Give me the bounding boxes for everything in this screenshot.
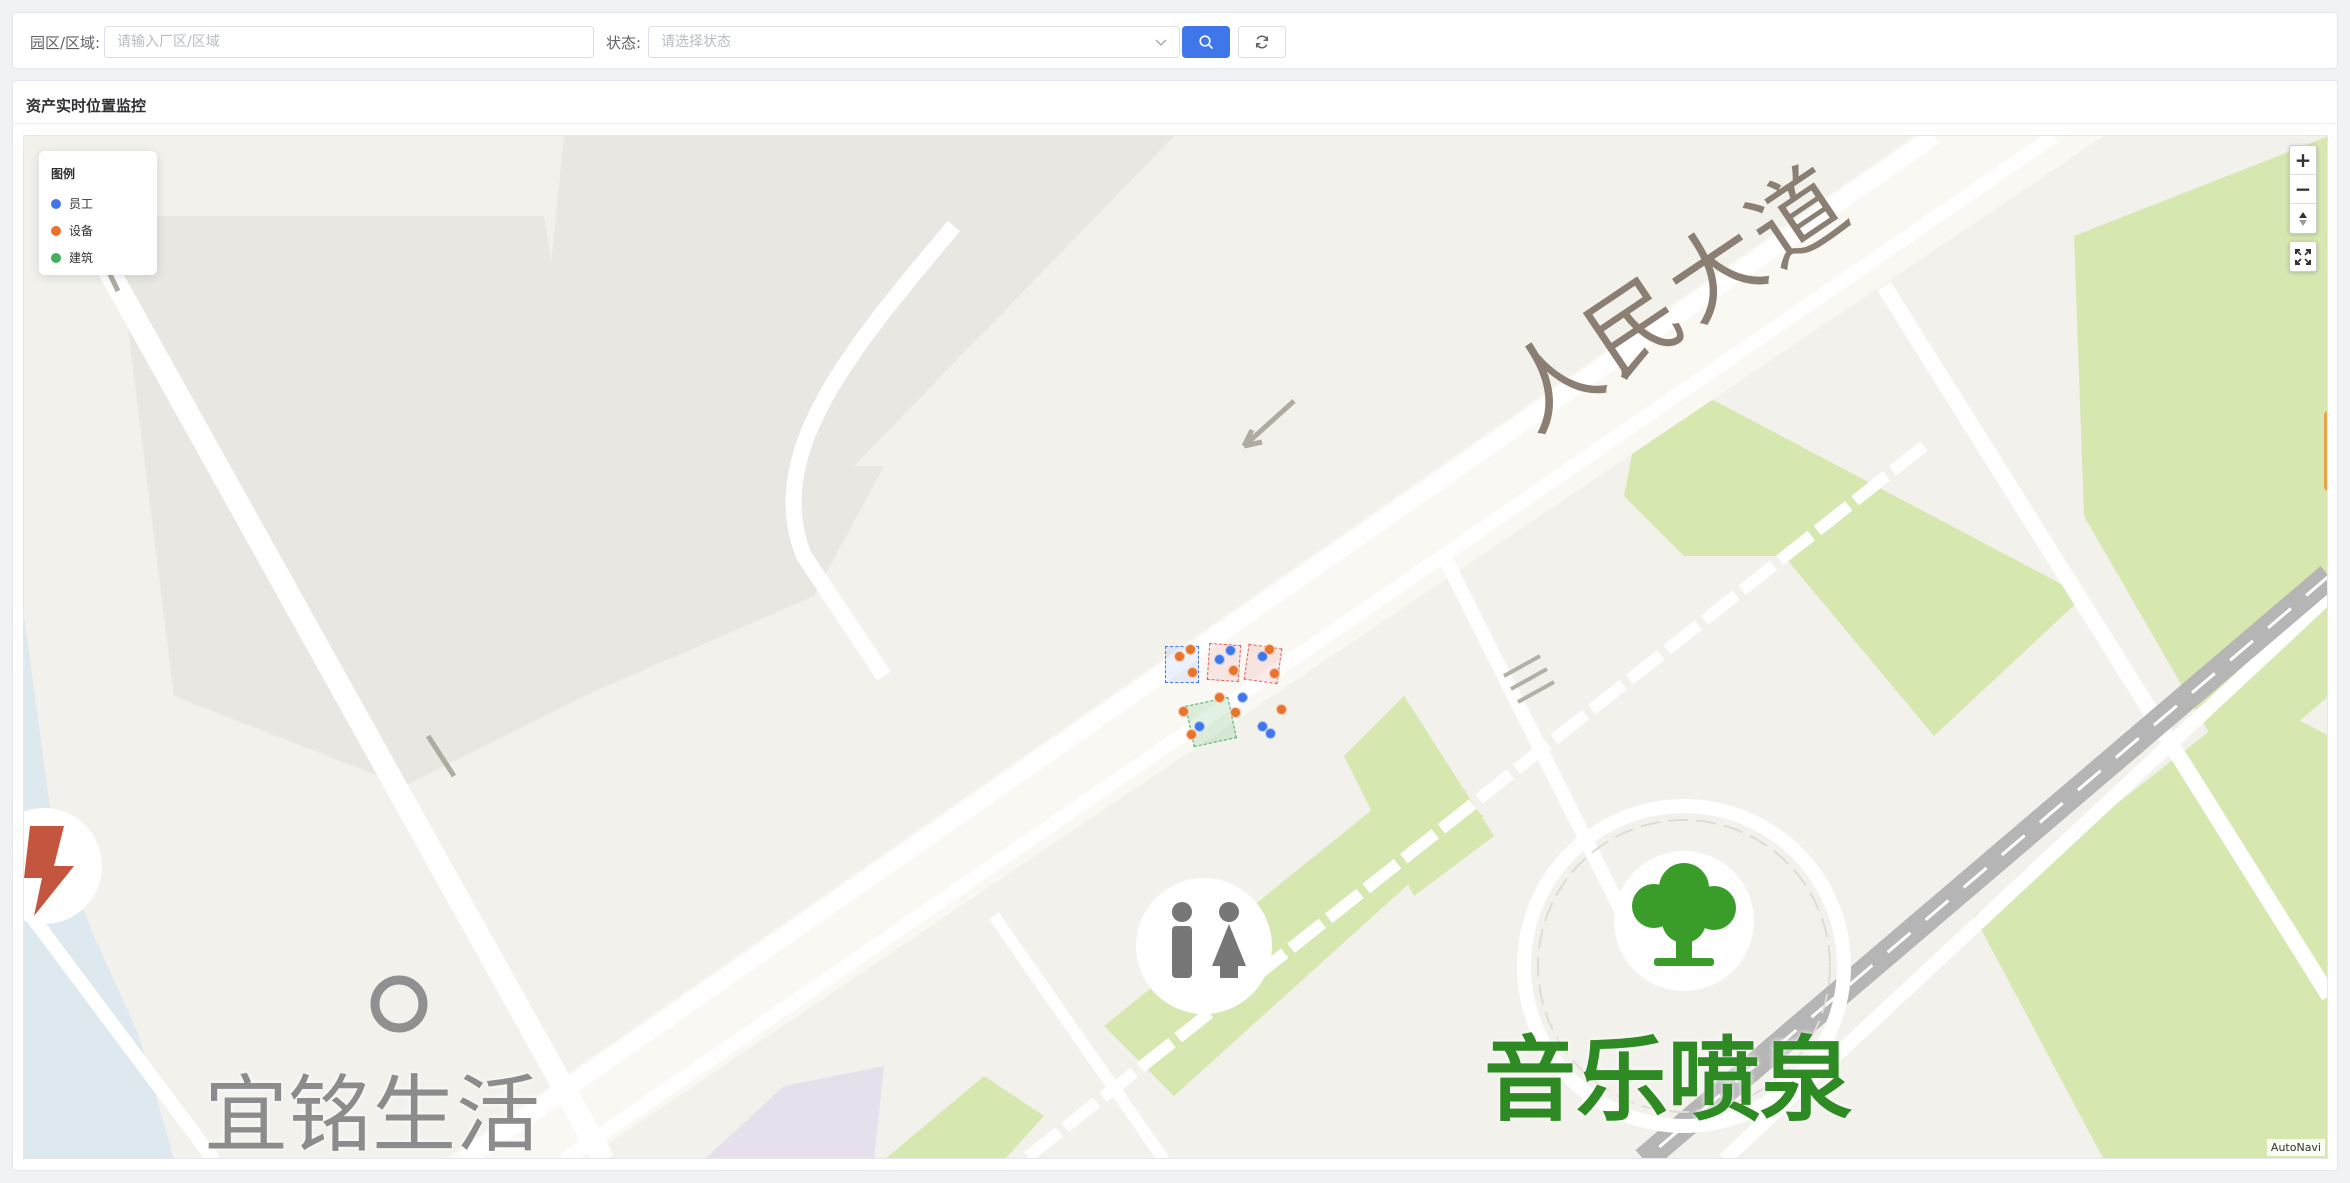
area-input-wrapper[interactable] xyxy=(104,26,594,58)
marker-equipment[interactable] xyxy=(1187,667,1198,678)
marker-equipment[interactable] xyxy=(1178,706,1189,717)
legend-label: 设备 xyxy=(69,224,94,238)
legend-dot-icon xyxy=(51,198,61,209)
fountain-label: 音乐喷泉 xyxy=(1484,1027,1853,1134)
marker-employee[interactable] xyxy=(1237,692,1248,703)
restroom-icon xyxy=(1136,878,1272,1014)
lilac-area xyxy=(706,1066,884,1158)
park-area xyxy=(1624,366,2084,736)
zoom-control: + − xyxy=(2289,145,2317,234)
marker-equipment[interactable] xyxy=(1214,692,1225,703)
panel-divider xyxy=(13,123,2337,124)
legend-item-employee: 员工 xyxy=(51,190,145,217)
marker-employee[interactable] xyxy=(1265,728,1276,739)
refresh-icon xyxy=(1255,35,1269,49)
map-legend: 图例 员工 设备 建筑 xyxy=(39,151,157,275)
fullscreen-button[interactable] xyxy=(2290,242,2316,271)
status-select-input[interactable] xyxy=(649,27,1179,57)
compass-icon xyxy=(2299,211,2307,226)
legend-item-equipment: 设备 xyxy=(51,217,145,244)
direction-arrow-icon xyxy=(1241,399,1296,449)
status-label: 状态: xyxy=(606,34,642,52)
map-view[interactable]: 人民大道 音乐喷泉 宜铭生活 图例 员工 设备 建筑 + − AutoNavi xyxy=(23,135,2328,1159)
marker-equipment[interactable] xyxy=(1264,644,1275,655)
marker-employee[interactable] xyxy=(1214,654,1225,665)
shop-label: 宜铭生活 xyxy=(204,1066,541,1159)
map-attribution[interactable]: AutoNavi xyxy=(2266,1139,2325,1156)
shop-icon xyxy=(370,975,428,1033)
marker-equipment[interactable] xyxy=(1228,665,1239,676)
compass-button[interactable] xyxy=(2290,204,2316,233)
legend-item-building: 建筑 xyxy=(51,244,145,271)
panel-title: 资产实时位置监控 xyxy=(26,97,147,115)
marker-equipment[interactable] xyxy=(1186,729,1197,740)
marker-equipment[interactable] xyxy=(1269,668,1280,679)
asset-monitor-panel: 资产实时位置监控 人民大道 音乐喷泉 宜铭生活 图例 员工 设备 建筑 + − … xyxy=(12,80,2338,1171)
zoom-in-button[interactable]: + xyxy=(2290,146,2316,175)
fullscreen-icon xyxy=(2295,248,2311,265)
legend-title: 图例 xyxy=(51,167,76,181)
area-input[interactable] xyxy=(105,27,593,57)
chevron-down-icon xyxy=(1155,39,1167,47)
legend-label: 建筑 xyxy=(69,251,94,265)
legend-label: 员工 xyxy=(69,197,94,211)
marker-equipment[interactable] xyxy=(1174,651,1185,662)
legend-dot-icon xyxy=(51,252,61,263)
legend-dot-icon xyxy=(51,225,61,236)
marker-equipment[interactable] xyxy=(1276,704,1287,715)
search-icon xyxy=(1199,35,1213,49)
zoom-out-button[interactable]: − xyxy=(2290,175,2316,204)
edge-poi xyxy=(2324,411,2327,491)
plaza-block xyxy=(544,136,1174,466)
search-button[interactable] xyxy=(1182,26,1230,58)
marker-equipment[interactable] xyxy=(1230,707,1241,718)
area-label: 园区/区域: xyxy=(30,34,101,52)
marker-equipment[interactable] xyxy=(1185,644,1196,655)
status-select[interactable] xyxy=(648,26,1180,58)
fullscreen-control xyxy=(2289,241,2317,272)
park-area xyxy=(886,1076,1044,1158)
marker-employee[interactable] xyxy=(1225,645,1236,656)
reset-button[interactable] xyxy=(1238,26,1286,58)
search-bar: 园区/区域: 状态: xyxy=(12,12,2338,69)
